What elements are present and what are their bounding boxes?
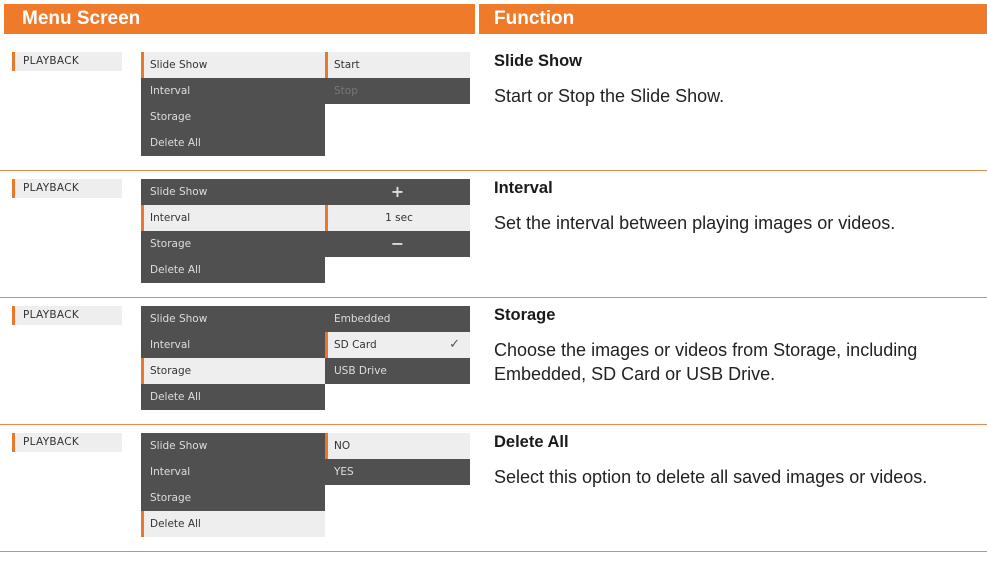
delete-all-submenu: NO YES	[325, 433, 470, 485]
table-row: PLAYBACK Slide Show Interval Storage Del…	[0, 425, 987, 552]
plus-icon: +	[390, 182, 405, 201]
column-header-menu-screen: Menu Screen	[4, 4, 475, 34]
playback-tab[interactable]: PLAYBACK	[12, 52, 122, 71]
submenu-item-usb-drive[interactable]: USB Drive	[325, 358, 470, 384]
check-icon: ✓	[449, 337, 460, 352]
increase-button[interactable]: +	[325, 179, 470, 205]
menu-item-slide-show[interactable]: Slide Show	[141, 433, 325, 459]
menu-item-storage[interactable]: Storage	[141, 485, 325, 511]
playback-tab[interactable]: PLAYBACK	[12, 179, 122, 198]
table-row: PLAYBACK Slide Show Interval Storage Del…	[0, 44, 987, 171]
submenu-item-stop[interactable]: Stop	[325, 78, 470, 104]
function-description: Choose the images or videos from Storage…	[494, 340, 918, 384]
menu-item-interval[interactable]: Interval	[141, 332, 325, 358]
interval-submenu: + 1 sec −	[325, 179, 470, 257]
menu-item-delete-all[interactable]: Delete All	[141, 511, 325, 537]
table-header: Menu Screen Function	[0, 4, 987, 34]
menu-item-storage[interactable]: Storage	[141, 104, 325, 130]
submenu-item-label: SD Card	[334, 339, 377, 351]
menu-item-slide-show[interactable]: Slide Show	[141, 306, 325, 332]
menu-item-interval[interactable]: Interval	[141, 459, 325, 485]
storage-submenu: Embedded SD Card ✓ USB Drive	[325, 306, 470, 384]
row-divider	[0, 551, 987, 552]
menu-item-interval[interactable]: Interval	[141, 205, 325, 231]
function-description: Start or Stop the Slide Show.	[494, 86, 725, 106]
submenu-item-start[interactable]: Start	[325, 52, 470, 78]
function-title: Interval	[494, 179, 553, 197]
menu-item-storage[interactable]: Storage	[141, 231, 325, 257]
playback-tab[interactable]: PLAYBACK	[12, 306, 122, 325]
function-title: Slide Show	[494, 52, 583, 70]
menu-item-delete-all[interactable]: Delete All	[141, 257, 325, 283]
menu-item-slide-show[interactable]: Slide Show	[141, 52, 325, 78]
slide-show-submenu: Start Stop	[325, 52, 470, 104]
interval-value: 1 sec	[325, 205, 470, 231]
minus-icon: −	[390, 234, 405, 253]
menu-item-delete-all[interactable]: Delete All	[141, 384, 325, 410]
table-row: PLAYBACK Slide Show Interval Storage Del…	[0, 171, 987, 298]
submenu-item-embedded[interactable]: Embedded	[325, 306, 470, 332]
playback-menu: Slide Show Interval Storage Delete All	[141, 52, 325, 156]
column-header-function: Function	[479, 4, 987, 34]
function-description: Set the interval between playing images …	[494, 213, 896, 233]
menu-item-storage[interactable]: Storage	[141, 358, 325, 384]
playback-menu: Slide Show Interval Storage Delete All	[141, 306, 325, 410]
function-title: Storage	[494, 306, 556, 324]
menu-item-delete-all[interactable]: Delete All	[141, 130, 325, 156]
submenu-item-yes[interactable]: YES	[325, 459, 470, 485]
playback-menu: Slide Show Interval Storage Delete All	[141, 433, 325, 537]
playback-menu: Slide Show Interval Storage Delete All	[141, 179, 325, 283]
playback-tab[interactable]: PLAYBACK	[12, 433, 122, 452]
submenu-item-no[interactable]: NO	[325, 433, 470, 459]
menu-item-interval[interactable]: Interval	[141, 78, 325, 104]
submenu-item-sd-card[interactable]: SD Card ✓	[325, 332, 470, 358]
table-row: PLAYBACK Slide Show Interval Storage Del…	[0, 298, 987, 425]
function-title: Delete All	[494, 433, 569, 451]
function-description: Select this option to delete all saved i…	[494, 467, 928, 487]
decrease-button[interactable]: −	[325, 231, 470, 257]
menu-item-slide-show[interactable]: Slide Show	[141, 179, 325, 205]
